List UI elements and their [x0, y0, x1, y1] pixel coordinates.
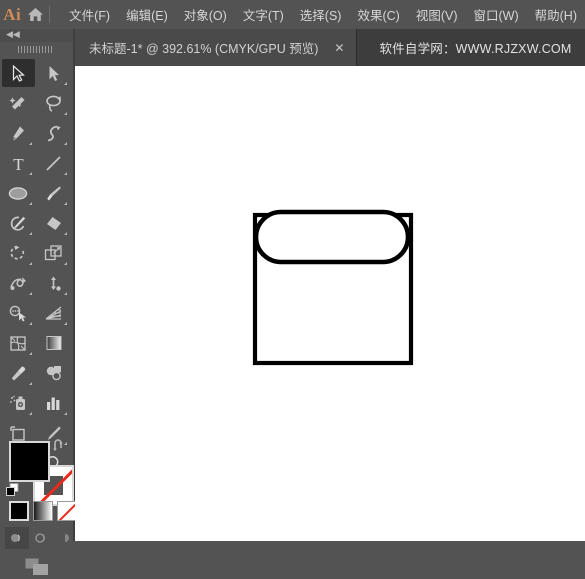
menu-edit[interactable]: 编辑(E)	[118, 1, 176, 28]
tool-more-indicator	[28, 142, 32, 145]
curvature-tool[interactable]	[38, 119, 71, 147]
drawing-mode-row	[5, 527, 77, 549]
eraser-tool[interactable]	[38, 209, 71, 237]
tool-more-indicator	[64, 112, 67, 115]
tools-panel: ◀◀ T	[0, 29, 77, 575]
tool-more-indicator	[28, 382, 32, 385]
column-graph-tool[interactable]	[38, 389, 71, 417]
change-screen-mode-button[interactable]	[22, 555, 52, 579]
paint-mode-row	[9, 501, 77, 521]
swap-fill-stroke-icon[interactable]	[52, 438, 66, 452]
width-tool[interactable]	[2, 269, 35, 297]
tool-more-indicator	[28, 172, 32, 175]
tool-more-indicator	[28, 322, 32, 325]
tool-more-indicator	[64, 232, 67, 235]
tool-row	[0, 329, 71, 359]
rounded-rect-shape[interactable]	[253, 209, 411, 265]
ai-logo: Ai	[3, 4, 22, 24]
document-canvas[interactable]	[75, 66, 585, 541]
draw-normal-button[interactable]	[5, 527, 29, 549]
menu-type[interactable]: 文字(T)	[235, 1, 292, 28]
blend-tool[interactable]	[38, 359, 71, 387]
tool-row	[0, 389, 71, 419]
close-icon[interactable]: ✕	[331, 42, 347, 54]
tool-row	[0, 359, 71, 389]
collapse-panel-icon[interactable]: ◀◀	[6, 30, 20, 41]
tool-more-indicator	[28, 352, 32, 355]
document-tab-bar: 未标题-1* @ 392.61% (CMYK/GPU 预览) ✕ 软件自学网：W…	[75, 29, 585, 66]
ellipse-tool[interactable]	[2, 179, 35, 207]
menu-file[interactable]: 文件(F)	[61, 1, 118, 28]
artwork-svg	[252, 209, 414, 366]
tool-row	[0, 179, 71, 209]
draw-behind-button[interactable]	[29, 527, 53, 549]
rotate-tool[interactable]	[2, 239, 35, 267]
perspective-grid-tool[interactable]	[38, 299, 71, 327]
tool-grid: T	[0, 59, 71, 479]
illustrator-window: Ai 文件(F) 编辑(E) 对象(O) 文字(T) 选择(S) 效果(C) 视…	[0, 0, 585, 575]
menu-divider	[49, 6, 51, 23]
tool-more-indicator	[64, 412, 67, 415]
menu-window[interactable]: 窗口(W)	[466, 1, 527, 28]
tool-more-indicator	[28, 232, 32, 235]
color-mode-button[interactable]	[9, 501, 29, 521]
menu-help[interactable]: 帮助(H)	[527, 1, 585, 28]
pen-tool[interactable]	[2, 119, 35, 147]
tools-panel-drag-handle[interactable]	[18, 46, 54, 53]
tool-more-indicator	[64, 202, 67, 205]
shape-builder-tool[interactable]	[2, 299, 35, 327]
tool-row	[0, 299, 71, 329]
home-icon[interactable]	[24, 0, 47, 29]
menu-select[interactable]: 选择(S)	[292, 1, 350, 28]
tool-more-indicator	[28, 412, 32, 415]
mesh-tool[interactable]	[2, 329, 35, 357]
menu-bar: Ai 文件(F) 编辑(E) 对象(O) 文字(T) 选择(S) 效果(C) 视…	[0, 0, 585, 29]
menu-items: 文件(F) 编辑(E) 对象(O) 文字(T) 选择(S) 效果(C) 视图(V…	[61, 1, 585, 28]
tool-more-indicator	[64, 292, 67, 295]
gradient-tool[interactable]	[38, 329, 71, 357]
gradient-mode-button[interactable]	[33, 501, 53, 521]
tool-more-indicator	[28, 292, 32, 295]
draw-inside-button[interactable]	[53, 527, 77, 549]
line-segment-tool[interactable]	[38, 149, 71, 177]
menu-view[interactable]: 视图(V)	[408, 1, 466, 28]
tool-more-indicator	[64, 142, 67, 145]
fill-stroke-controls	[0, 437, 77, 575]
eyedropper-tool[interactable]	[2, 359, 35, 387]
scale-tool[interactable]	[38, 239, 71, 267]
magic-wand-tool[interactable]	[2, 89, 35, 117]
svg-text:T: T	[13, 155, 24, 172]
none-mode-button[interactable]	[57, 501, 77, 521]
default-fill-stroke-icon[interactable]	[5, 482, 21, 498]
tool-more-indicator	[64, 322, 67, 325]
tool-more-indicator	[64, 82, 67, 85]
selection-tool[interactable]	[2, 59, 35, 87]
symbol-sprayer-tool[interactable]	[2, 389, 35, 417]
tool-more-indicator	[64, 262, 67, 265]
lasso-tool[interactable]	[38, 89, 71, 117]
tool-row	[0, 119, 71, 149]
tool-more-indicator	[64, 172, 67, 175]
menu-effect[interactable]: 效果(C)	[349, 1, 407, 28]
watermark-text: 软件自学网：WWW.RJZXW.COM	[379, 42, 572, 56]
tool-more-indicator	[28, 262, 32, 265]
tools-panel-header: ◀◀	[0, 29, 75, 42]
tool-row	[0, 269, 71, 299]
type-tool[interactable]: T	[2, 149, 35, 177]
tool-row	[0, 209, 71, 239]
direct-selection-tool[interactable]	[38, 59, 71, 87]
menu-object[interactable]: 对象(O)	[176, 1, 235, 28]
shaper-tool[interactable]	[2, 209, 35, 237]
tool-row	[0, 89, 71, 119]
fill-swatch[interactable]	[9, 441, 50, 482]
tool-row	[0, 239, 71, 269]
tool-row: T	[0, 149, 71, 179]
document-tab-label: 未标题-1* @ 392.61% (CMYK/GPU 预览)	[89, 42, 319, 56]
paintbrush-tool[interactable]	[38, 179, 71, 207]
tool-more-indicator	[28, 202, 32, 205]
free-transform-tool[interactable]	[38, 269, 71, 297]
tool-row	[0, 59, 71, 89]
document-tab[interactable]: 未标题-1* @ 392.61% (CMYK/GPU 预览) ✕	[75, 29, 358, 66]
